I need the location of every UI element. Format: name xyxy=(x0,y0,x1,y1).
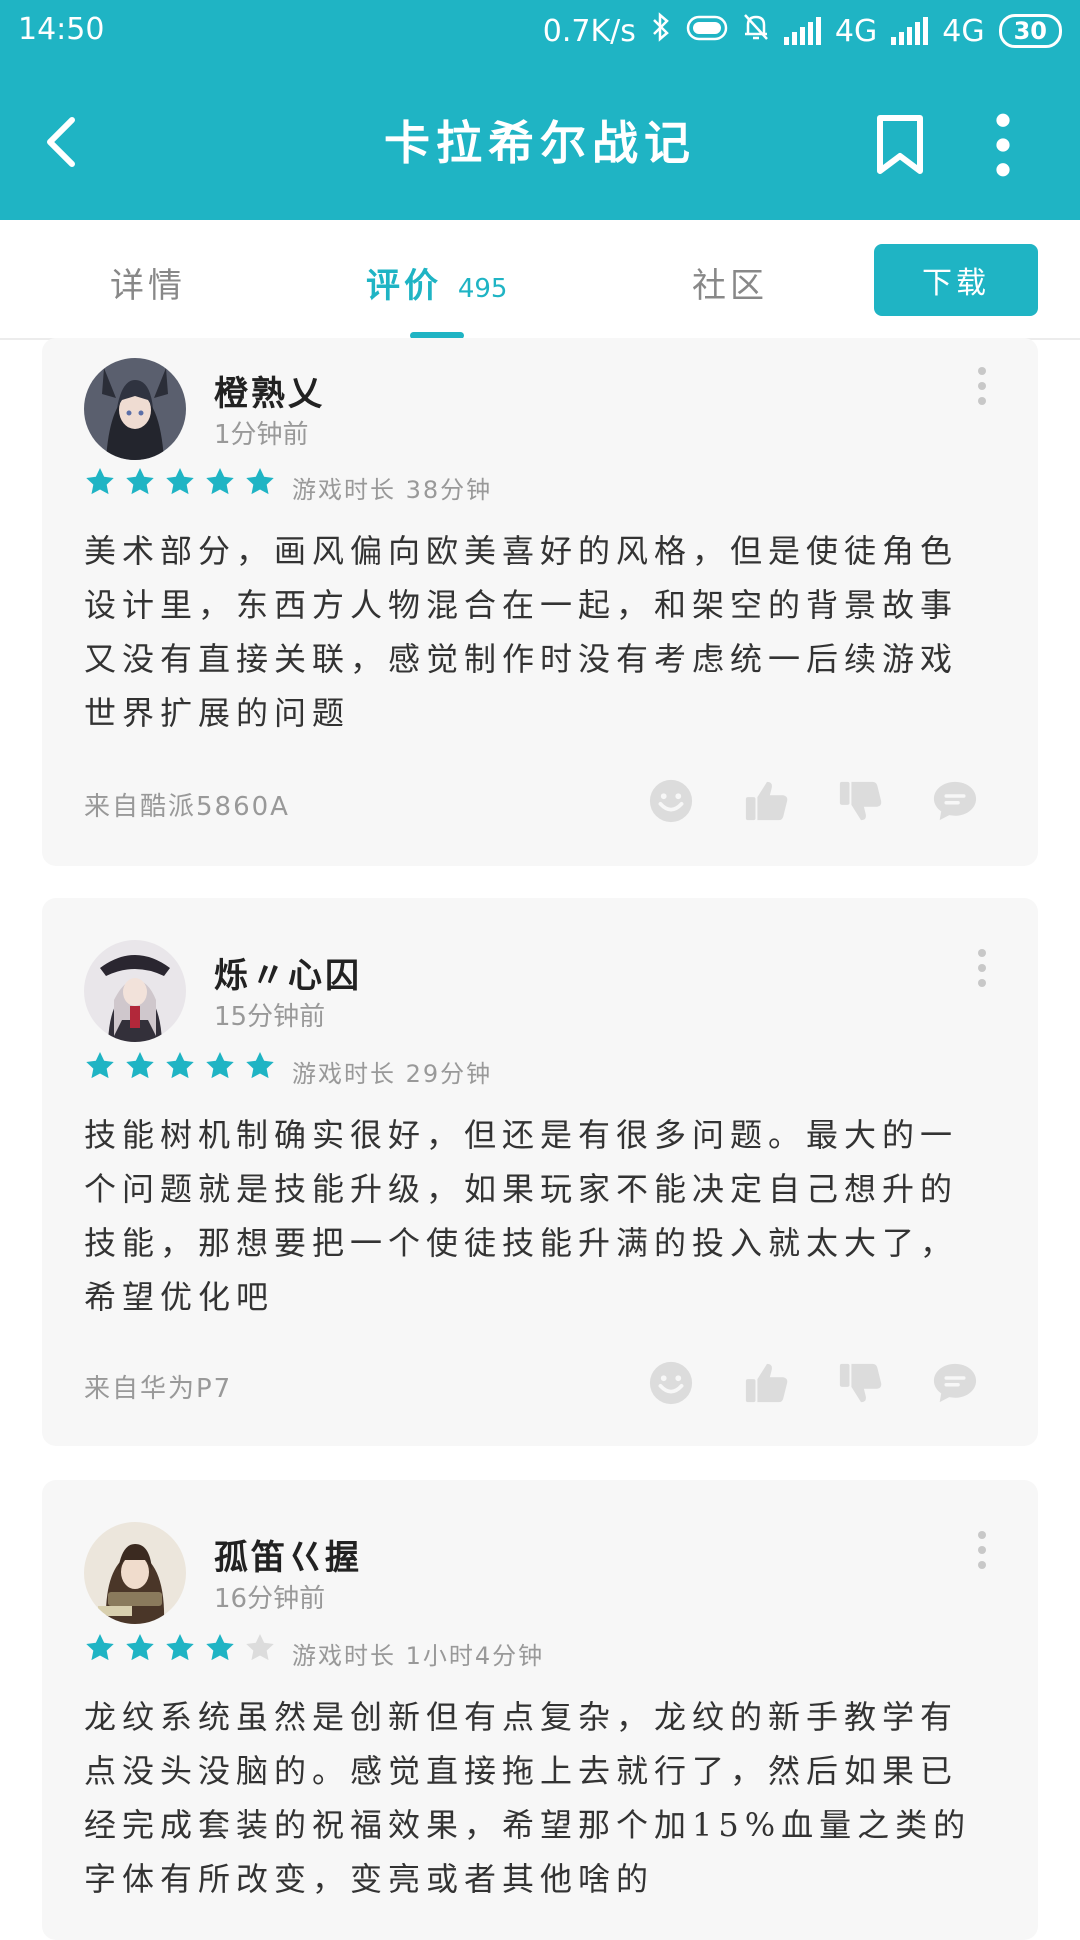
net-speed: 0.7K/s xyxy=(542,13,636,49)
battery-indicator: 30 xyxy=(998,14,1062,48)
star-icon xyxy=(204,466,236,498)
star-rating xyxy=(84,1632,276,1664)
review-text[interactable]: 龙纹系统虽然是创新但有点复杂，龙纹的新手教学有点没头没脑的。感觉直接拖上去就行了… xyxy=(84,1690,984,1906)
star-icon xyxy=(124,466,156,498)
status-indicators: 0.7K/s 4G 4G 30 xyxy=(543,12,1062,50)
star-icon xyxy=(244,1050,276,1082)
avatar[interactable] xyxy=(84,1522,186,1624)
tab-reviews[interactable]: 评价 495 xyxy=(366,258,507,307)
network-type-1: 4G xyxy=(834,13,878,49)
status-time: 14:50 xyxy=(18,12,105,47)
app-toolbar: 卡拉希尔战记 xyxy=(0,62,1080,220)
signal-icon xyxy=(783,17,821,45)
review-text[interactable]: 美术部分，画风偏向欧美喜好的风格，但是使徒角色设计里，东西方人物混合在一起，和架… xyxy=(84,524,984,740)
tab-reviews-label: 评价 xyxy=(366,266,442,306)
playtime: 游戏时长 1小时4分钟 xyxy=(292,1642,545,1670)
smile-icon[interactable] xyxy=(648,1360,694,1406)
bluetooth-icon xyxy=(650,12,672,50)
thumb-down-icon[interactable] xyxy=(838,1360,884,1406)
star-icon xyxy=(204,1050,236,1082)
star-icon xyxy=(84,1632,116,1664)
review-time: 16分钟前 xyxy=(214,1584,326,1614)
star-icon xyxy=(84,1050,116,1082)
signal-icon-2 xyxy=(891,17,929,45)
playtime: 游戏时长 29分钟 xyxy=(292,1060,493,1088)
more-vertical-icon xyxy=(972,366,992,406)
review-time: 1分钟前 xyxy=(214,420,309,450)
star-icon xyxy=(164,466,196,498)
bookmark-icon xyxy=(877,115,923,174)
star-rating xyxy=(84,466,276,498)
tab-reviews-count: 495 xyxy=(457,274,508,304)
star-icon xyxy=(124,1050,156,1082)
tab-bar: 详情 评价 495 社区 下载 xyxy=(0,220,1080,340)
more-vertical-icon xyxy=(972,948,992,988)
username[interactable]: 烁〃心囚 xyxy=(214,948,362,997)
card-more-button[interactable] xyxy=(972,948,992,988)
bookmark-button[interactable] xyxy=(872,114,928,176)
smile-icon[interactable] xyxy=(648,778,694,824)
avatar[interactable] xyxy=(84,940,186,1042)
more-vertical-icon xyxy=(988,112,1018,178)
status-bar: 14:50 0.7K/s 4G 4G 30 xyxy=(0,0,1080,62)
comment-icon[interactable] xyxy=(932,778,978,824)
thumb-up-icon[interactable] xyxy=(744,1360,790,1406)
thumb-up-icon[interactable] xyxy=(744,778,790,824)
top-app-bar: 14:50 0.7K/s 4G 4G 30 卡拉希尔战记 xyxy=(0,0,1080,220)
more-options-button[interactable] xyxy=(988,112,1018,178)
comment-icon[interactable] xyxy=(932,1360,978,1406)
review-card: 烁〃心囚 15分钟前 游戏时长 29分钟 技能树机制确实很好，但还是有很多问题。… xyxy=(42,898,1038,1446)
device-label: 来自华为P7 xyxy=(84,1374,233,1404)
avatar[interactable] xyxy=(84,358,186,460)
star-icon xyxy=(164,1050,196,1082)
star-icon xyxy=(84,466,116,498)
star-icon xyxy=(204,1632,236,1664)
star-icon xyxy=(244,466,276,498)
card-more-button[interactable] xyxy=(972,366,992,406)
mute-bell-icon xyxy=(742,12,770,50)
review-text[interactable]: 技能树机制确实很好，但还是有很多问题。最大的一个问题就是技能升级，如果玩家不能决… xyxy=(84,1108,984,1324)
star-icon xyxy=(164,1632,196,1664)
star-icon xyxy=(124,1632,156,1664)
star-empty-icon xyxy=(244,1632,276,1664)
device-label: 来自酷派5860A xyxy=(84,792,290,822)
toggle-icon xyxy=(686,14,728,49)
network-type-2: 4G xyxy=(942,13,985,49)
star-rating xyxy=(84,1050,276,1082)
tab-community[interactable]: 社区 xyxy=(692,258,768,307)
download-button[interactable]: 下载 xyxy=(874,244,1038,316)
review-card: 橙熟乂 1分钟前 游戏时长 38分钟 美术部分，画风偏向欧美喜好的风格，但是使徒… xyxy=(42,338,1038,866)
thumb-down-icon[interactable] xyxy=(838,778,884,824)
username[interactable]: 孤笛巜握 xyxy=(214,1530,362,1579)
review-time: 15分钟前 xyxy=(214,1002,326,1032)
card-more-button[interactable] xyxy=(972,1530,992,1570)
more-vertical-icon xyxy=(972,1530,992,1570)
playtime: 游戏时长 38分钟 xyxy=(292,476,493,504)
review-card: 孤笛巜握 16分钟前 游戏时长 1小时4分钟 龙纹系统虽然是创新但有点复杂，龙纹… xyxy=(42,1480,1038,1940)
username[interactable]: 橙熟乂 xyxy=(214,366,325,415)
tab-details[interactable]: 详情 xyxy=(110,258,186,307)
